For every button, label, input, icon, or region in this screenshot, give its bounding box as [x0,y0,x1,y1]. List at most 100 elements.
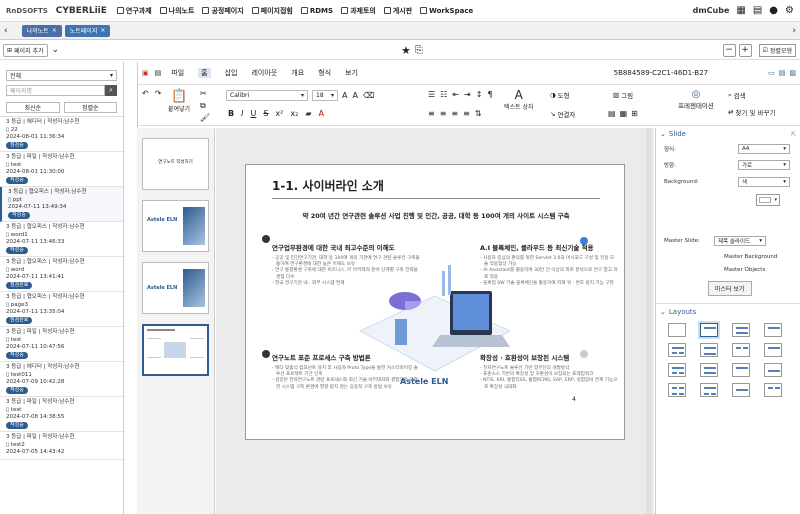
master-objects-option[interactable]: Master Objects [724,267,765,273]
slide-subtitle[interactable]: 약 20여 년간 연구관련 솔루션 사업 진행 및 인간, 공공, 대학 등 1… [246,210,626,220]
gear-icon[interactable]: ⚙ [785,5,794,16]
vertical-scrollbar[interactable] [646,128,652,514]
find-button[interactable]: ⌕ 검색 [728,90,746,101]
layout-option[interactable] [668,363,686,377]
shrink-font-icon[interactable]: A [352,91,357,100]
building-icon[interactable]: ▦ [736,5,745,16]
font-color-icon[interactable]: A [318,109,323,118]
background-color-picker[interactable]: ▾ [756,194,780,206]
menu-4[interactable]: 개요 [291,68,304,78]
bullet-list-icon[interactable]: ☰ [428,90,435,99]
background-select[interactable]: 색 ▾ [738,177,790,187]
layout-option[interactable] [732,323,750,337]
layout-option[interactable] [700,383,718,397]
tab-prev-icon[interactable]: ‹ [4,26,8,36]
layout-option[interactable] [764,323,782,337]
slide-thumb-4-selected[interactable] [142,324,209,376]
align-right-icon[interactable]: ≡ [451,109,458,118]
line-spacing-icon[interactable]: ↕ [476,90,483,99]
subscript-icon[interactable]: x₂ [290,109,298,118]
save-icon[interactable]: ▣ [142,69,149,77]
rndsofts-logo[interactable]: RnDSOFTS [6,7,48,15]
page-list-item[interactable]: 3 등급 | 협오피스 | 작성자:남수현 ▯ ppt 2024-07-11 13:… [0,187,123,222]
highlight-icon[interactable]: ▰ [305,109,311,118]
font-size-select[interactable]: 18 ▾ [312,90,338,101]
pilcrow-icon[interactable]: ¶ [487,90,492,99]
page-list-item[interactable]: 3 등급 | 파일 | 작성자:남수현 ▯ test 2024-08-01 11:3… [0,152,123,187]
layout-option[interactable] [764,383,782,397]
numbered-list-icon[interactable]: ☷ [440,90,447,99]
tab-next-icon[interactable]: › [792,26,796,36]
connector-button[interactable]: ↘ 연결자 [550,109,575,119]
nav-page-fold[interactable]: 페이지접힘 [251,6,293,16]
redo-icon[interactable]: ↷ [155,89,162,98]
presentation-button[interactable]: ◎ 프레젠테이션 [678,89,714,110]
slide-thumb-3[interactable]: Astele ELN [142,262,209,314]
cut-icon[interactable]: ✂ [200,89,207,98]
nav-project[interactable]: 연구과제 [116,6,152,16]
master-background-option[interactable]: Master Background [724,254,777,260]
layout-option[interactable] [732,383,750,397]
grow-font-icon[interactable]: A [342,91,347,100]
search-input[interactable]: 페이지명 [6,85,105,96]
page-list-item[interactable]: 3 등급 | 파일 | 작성자:남수현 ▯ test2 2024-07-05 14:… [0,432,123,460]
dmcube-logo[interactable]: dmCube [693,6,730,15]
slide-section-header[interactable]: ⌄ Slide ⇱ [660,130,796,138]
close-icon[interactable]: × [52,27,57,34]
size-select[interactable]: A4 ▾ [738,144,790,154]
justify-icon[interactable]: ≡ [463,109,470,118]
search-icon[interactable]: ⌕ [105,85,117,96]
wide-mode-toggle[interactable]: ☑ 정렬모형 [758,43,796,57]
layout-option[interactable] [732,343,750,357]
layout-option[interactable] [668,383,686,397]
layout-option[interactable] [668,343,686,357]
page-list-item[interactable]: 3 등급 | 협오피스 | 작성자:남수현 ▯ word 2024-07-11 13… [0,257,123,292]
layout-option[interactable] [700,343,718,357]
outdent-icon[interactable]: ⇤ [452,90,459,99]
layout-option[interactable] [764,363,782,377]
group-icon[interactable]: ▦ [620,109,628,118]
cyberline-logo[interactable]: CYBERLiiE [56,6,107,16]
page-list-item[interactable]: 3 등급 | 에디터 | 작성자:남수현 ▯ 22 2024-08-01 11:36… [0,117,123,152]
orientation-select[interactable]: 가로 ▾ [738,160,790,170]
tab-note-page[interactable]: 노트페이지 × [64,24,111,37]
star-icon[interactable]: ★ [401,44,411,57]
menu-0[interactable]: 파일 [171,68,184,78]
menu-6[interactable]: 보기 [345,68,358,78]
strikethrough-icon[interactable]: S [263,109,268,118]
paste-button[interactable]: 📋 붙여넣기 [168,89,190,113]
layout-icon[interactable]: ▤ [779,69,786,77]
close-icon[interactable]: × [100,27,105,34]
image-button[interactable]: ▨ 그림 [613,90,633,100]
undo-icon[interactable]: ↶ [142,89,149,98]
arrange-icon[interactable]: ▤ [608,109,616,118]
text-direction-icon[interactable]: ⇅ [475,109,482,118]
help-icon[interactable]: ▧ [789,69,796,77]
menu-3[interactable]: 레이아웃 [251,68,277,78]
shape-button[interactable]: ◑ 도형 [550,90,570,100]
font-select[interactable]: Calibri ▾ [226,90,308,101]
filter-select[interactable]: 전체 ▾ [6,70,117,81]
format-painter-icon[interactable]: 🖌 [200,113,210,122]
tab-my-note[interactable]: 나의노트 × [21,24,62,37]
slide-title[interactable]: 1-1. 사이버라인 소개 [272,177,384,194]
nav-my-note[interactable]: 나의노트 [159,6,194,16]
copy-icon[interactable]: ⧉ [200,101,206,111]
nav-rdms[interactable]: RDMS [300,7,333,15]
zoom-out-button[interactable]: − [722,43,736,57]
layout-option[interactable] [764,343,782,357]
slide-thumb-2[interactable]: Astele ELN [142,200,209,252]
sort-title-button[interactable]: 정렬순 [63,102,117,113]
align-center-icon[interactable]: ≡ [440,109,447,118]
superscript-icon[interactable]: x² [275,109,283,118]
collapse-icon[interactable]: ⇱ [791,131,796,138]
zoom-in-button[interactable]: + [738,43,752,57]
italic-icon[interactable]: I [241,109,243,118]
nav-discussion[interactable]: 과제토의 [341,6,376,16]
replace-button[interactable]: ⇄ 찾기 및 바꾸기 [728,107,775,117]
view-icon[interactable]: ▭ [768,69,775,77]
layout-option[interactable] [732,363,750,377]
menu-2[interactable]: 삽입 [225,68,238,78]
page-list-item[interactable]: 3 등급 | 에디터 | 작성자:남수현 ▯ test011 2024-07-09 … [0,362,123,397]
master-slide-select[interactable]: 제목 슬라이드 ▾ [714,236,766,246]
